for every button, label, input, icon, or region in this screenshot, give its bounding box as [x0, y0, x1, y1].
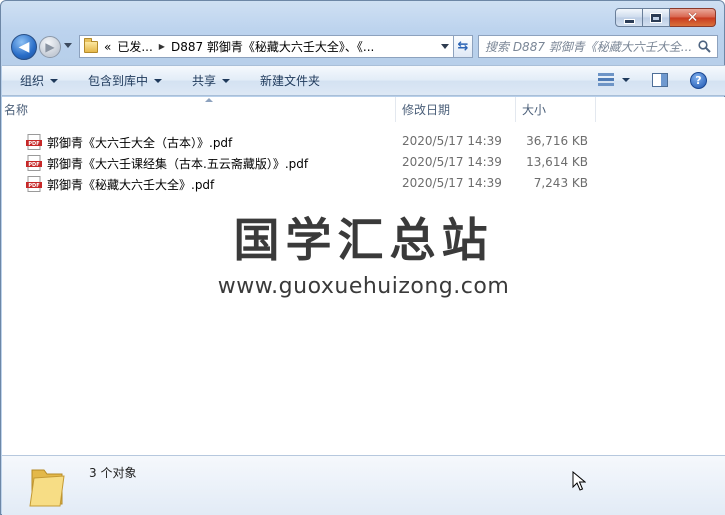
breadcrumb-parent[interactable]: 已发...	[117, 38, 152, 55]
breadcrumb-current[interactable]: D887 郭御青《秘藏大六壬大全》、《...	[171, 38, 374, 55]
back-arrow-icon: ◀	[18, 39, 30, 55]
close-button[interactable]: ✕	[670, 8, 716, 27]
mouse-cursor-icon	[572, 471, 586, 491]
file-name: 郭御青《大六壬大全（古本）》.pdf	[47, 136, 233, 150]
help-icon[interactable]: ?	[690, 71, 707, 89]
organize-label: 组织	[20, 74, 45, 88]
watermark: 国学汇总站 www.guoxuehuizong.com	[2, 212, 725, 299]
chevron-down-icon	[50, 78, 59, 83]
forward-arrow-icon: ▶	[45, 40, 55, 54]
column-size-label: 大小	[522, 103, 547, 117]
close-icon: ✕	[686, 9, 699, 26]
file-date: 2020/5/17 14:39	[402, 176, 502, 190]
table-row[interactable]: PDF 郭御青《大六壬大全（古本）》.pdf 2020/5/17 14:39 3…	[2, 131, 622, 152]
sort-ascending-icon	[205, 98, 213, 102]
table-row[interactable]: PDF 郭御青《大六壬课经集（古本.五云斋藏版）》.pdf 2020/5/17 …	[2, 152, 622, 173]
breadcrumb-separator-icon[interactable]: ▶	[159, 42, 165, 51]
pdf-file-icon: PDF	[26, 134, 42, 150]
forward-button[interactable]: ▶	[39, 36, 61, 58]
view-controls: ?	[596, 71, 707, 89]
caption-buttons: ✕	[615, 8, 716, 27]
chevron-down-icon	[222, 78, 231, 83]
pdf-file-icon: PDF	[26, 155, 42, 171]
column-date-label: 修改日期	[402, 103, 451, 117]
refresh-button[interactable]: ⇆	[453, 35, 473, 58]
command-bar: 组织 包含到库中 共享 新建文件夹 ?	[2, 65, 725, 96]
maximize-button[interactable]	[643, 8, 670, 27]
include-in-library-button[interactable]: 包含到库中	[88, 72, 163, 89]
view-options-icon	[598, 73, 614, 86]
file-name: 郭御青《大六壬课经集（古本.五云斋藏版）》.pdf	[47, 157, 309, 171]
table-row[interactable]: PDF 郭御青《秘藏大六壬大全》.pdf 2020/5/17 14:39 7,2…	[2, 173, 622, 194]
maximize-icon	[651, 13, 661, 22]
watermark-title: 国学汇总站	[233, 213, 494, 267]
include-in-library-label: 包含到库中	[88, 74, 149, 88]
column-header: 名称 修改日期 大小	[2, 97, 725, 122]
folder-icon	[29, 469, 65, 507]
file-size: 36,716 KB	[526, 134, 588, 148]
file-name: 郭御青《秘藏大六壬大全》.pdf	[47, 178, 215, 192]
file-size: 7,243 KB	[533, 176, 588, 190]
pdf-file-icon: PDF	[26, 176, 42, 192]
file-date: 2020/5/17 14:39	[402, 155, 502, 169]
details-pane: 3 个对象	[2, 455, 725, 515]
file-date: 2020/5/17 14:39	[402, 134, 502, 148]
address-dropdown-button[interactable]	[437, 35, 453, 58]
folder-icon	[84, 37, 98, 53]
column-date[interactable]: 修改日期	[396, 97, 516, 122]
minimize-button[interactable]	[615, 8, 643, 27]
refresh-icon: ⇆	[457, 39, 469, 54]
change-view-button[interactable]	[596, 71, 616, 89]
chevron-down-icon	[154, 78, 163, 83]
column-size[interactable]: 大小	[516, 97, 596, 122]
share-button[interactable]: 共享	[192, 72, 231, 89]
new-folder-label: 新建文件夹	[260, 74, 321, 88]
watermark-url: www.guoxuehuizong.com	[217, 274, 510, 299]
explorer-window: ✕ ◀ ▶ « 已发... ▶ D887 郭御青《秘藏大六壬大全》、《... ⇆…	[0, 0, 725, 515]
svg-text:PDF: PDF	[28, 183, 39, 189]
view-dropdown-button[interactable]	[622, 78, 630, 82]
preview-pane-icon[interactable]	[652, 73, 668, 87]
navigation-bar: ◀ ▶ « 已发... ▶ D887 郭御青《秘藏大六壬大全》、《... ⇆ 搜…	[9, 33, 718, 61]
svg-text:PDF: PDF	[28, 162, 39, 168]
search-box[interactable]: 搜索 D887 郭御青《秘藏大六壬大全...	[478, 35, 718, 58]
file-list-pane: 名称 修改日期 大小 PDF 郭御青《大六壬大全（古本）》.pdf 2020/5…	[2, 97, 725, 455]
search-placeholder[interactable]: 搜索 D887 郭御青《秘藏大六壬大全...	[485, 38, 693, 55]
new-folder-button[interactable]: 新建文件夹	[260, 72, 320, 89]
svg-text:PDF: PDF	[28, 141, 39, 147]
column-name-label: 名称	[4, 103, 29, 117]
minimize-icon	[624, 19, 634, 23]
organize-button[interactable]: 组织	[20, 72, 59, 89]
file-size: 13,614 KB	[526, 155, 588, 169]
column-name[interactable]: 名称	[2, 97, 396, 122]
address-bar[interactable]: « 已发... ▶ D887 郭御青《秘藏大六壬大全》、《...	[79, 35, 443, 58]
address-overflow-chevron[interactable]: «	[104, 40, 111, 54]
magnifier-icon[interactable]	[698, 40, 711, 53]
recent-pages-dropdown[interactable]	[64, 43, 72, 48]
share-label: 共享	[192, 74, 217, 88]
back-button[interactable]: ◀	[11, 34, 37, 60]
item-count: 3 个对象	[89, 466, 137, 480]
